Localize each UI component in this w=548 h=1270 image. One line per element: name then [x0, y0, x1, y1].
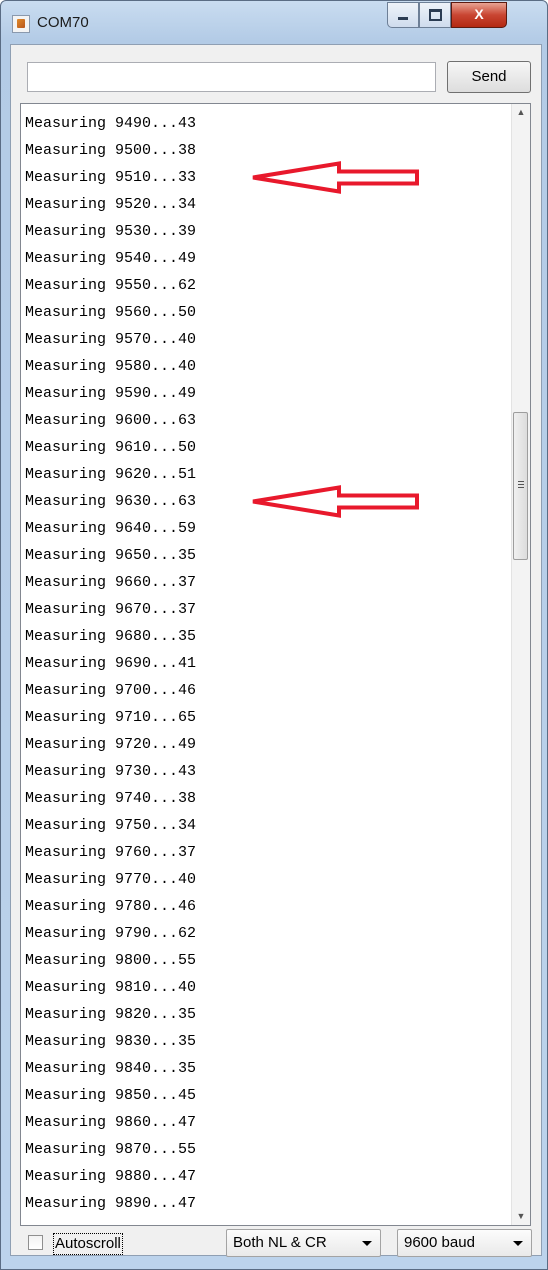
maximize-icon [428, 9, 442, 21]
log-line: Measuring 9650...35 [25, 547, 197, 564]
grip-icon [518, 481, 524, 490]
log-line: Measuring 9770...40 [25, 871, 197, 888]
log-line: Measuring 9680...35 [25, 628, 197, 645]
close-icon: X [474, 6, 484, 22]
title-bar[interactable]: COM70 X [1, 1, 547, 43]
log-line: Measuring 9560...50 [25, 304, 197, 321]
chevron-down-icon [362, 1241, 372, 1246]
log-line: Measuring 9590...49 [25, 385, 197, 402]
autoscroll-checkbox[interactable] [28, 1235, 43, 1250]
log-line: Measuring 9860...47 [25, 1114, 197, 1131]
scroll-down-icon[interactable]: ▼ [512, 1208, 530, 1225]
log-line: Measuring 9540...49 [25, 250, 197, 267]
log-line: Measuring 9520...34 [25, 196, 197, 213]
log-line: Measuring 9630...63 [25, 493, 197, 510]
red-arrow-annotation [252, 161, 419, 194]
log-line: Measuring 9670...37 [25, 601, 197, 618]
minimize-icon [398, 17, 408, 20]
maximize-button[interactable] [419, 2, 451, 28]
log-line: Measuring 9640...59 [25, 520, 197, 537]
log-line: Measuring 9600...63 [25, 412, 197, 429]
log-line: Measuring 9840...35 [25, 1060, 197, 1077]
baud-rate-select[interactable]: 9600 baud [397, 1229, 532, 1257]
log-line: Measuring 9700...46 [25, 682, 197, 699]
close-button[interactable]: X [451, 2, 507, 28]
log-line: Measuring 9720...49 [25, 736, 197, 753]
log-line: Measuring 9530...39 [25, 223, 197, 240]
send-button[interactable]: Send [447, 61, 531, 93]
log-line: Measuring 9730...43 [25, 763, 197, 780]
log-line: Measuring 9710...65 [25, 709, 197, 726]
log-line: Measuring 9550...62 [25, 277, 197, 294]
log-line: Measuring 9800...55 [25, 952, 197, 969]
log-line: Measuring 9620...51 [25, 466, 197, 483]
log-line: Measuring 9690...41 [25, 655, 197, 672]
autoscroll-label[interactable]: Autoscroll [53, 1233, 123, 1255]
red-arrow-annotation [252, 485, 419, 518]
send-input[interactable] [27, 62, 436, 92]
log-line: Measuring 9490...43 [25, 115, 197, 132]
footer-bar: Autoscroll Both NL & CR 9600 baud [11, 1229, 541, 1257]
log-line: Measuring 9610...50 [25, 439, 197, 456]
log-line: Measuring 9790...62 [25, 925, 197, 942]
log-line: Measuring 9830...35 [25, 1033, 197, 1050]
log-line: Measuring 9820...35 [25, 1006, 197, 1023]
log-line: Measuring 9810...40 [25, 979, 197, 996]
scroll-up-icon[interactable]: ▲ [512, 104, 530, 121]
chevron-down-icon [513, 1241, 523, 1246]
log-line: Measuring 9660...37 [25, 574, 197, 591]
minimize-button[interactable] [387, 2, 419, 28]
serial-output[interactable]: Measuring 9490...43 Measuring 9500...38 Me… [20, 103, 531, 1226]
log-lines: Measuring 9490...43 Measuring 9500...38 Me… [25, 110, 196, 1217]
line-ending-value: Both NL & CR [233, 1234, 327, 1251]
java-app-icon [12, 15, 30, 33]
baud-rate-value: 9600 baud [404, 1234, 475, 1251]
scroll-thumb[interactable] [513, 412, 528, 561]
log-line: Measuring 9500...38 [25, 142, 197, 159]
log-line: Measuring 9760...37 [25, 844, 197, 861]
log-line: Measuring 9870...55 [25, 1141, 197, 1158]
log-line: Measuring 9880...47 [25, 1168, 197, 1185]
log-line: Measuring 9740...38 [25, 790, 197, 807]
log-line: Measuring 9890...47 [25, 1195, 197, 1212]
log-line: Measuring 9570...40 [25, 331, 197, 348]
line-ending-select[interactable]: Both NL & CR [226, 1229, 381, 1257]
client-area: Send Measuring 9490...43 Measuring 9500..… [10, 44, 542, 1257]
log-line: Measuring 9580...40 [25, 358, 197, 375]
log-line: Measuring 9780...46 [25, 898, 197, 915]
vertical-scrollbar[interactable]: ▲ ▼ [511, 104, 530, 1225]
serial-monitor-window: COM70 X Send Measuring 9490...43 Measurin… [0, 0, 548, 1270]
log-line: Measuring 9750...34 [25, 817, 197, 834]
log-line: Measuring 9850...45 [25, 1087, 197, 1104]
window-title: COM70 [37, 14, 89, 31]
log-line: Measuring 9510...33 [25, 169, 197, 186]
